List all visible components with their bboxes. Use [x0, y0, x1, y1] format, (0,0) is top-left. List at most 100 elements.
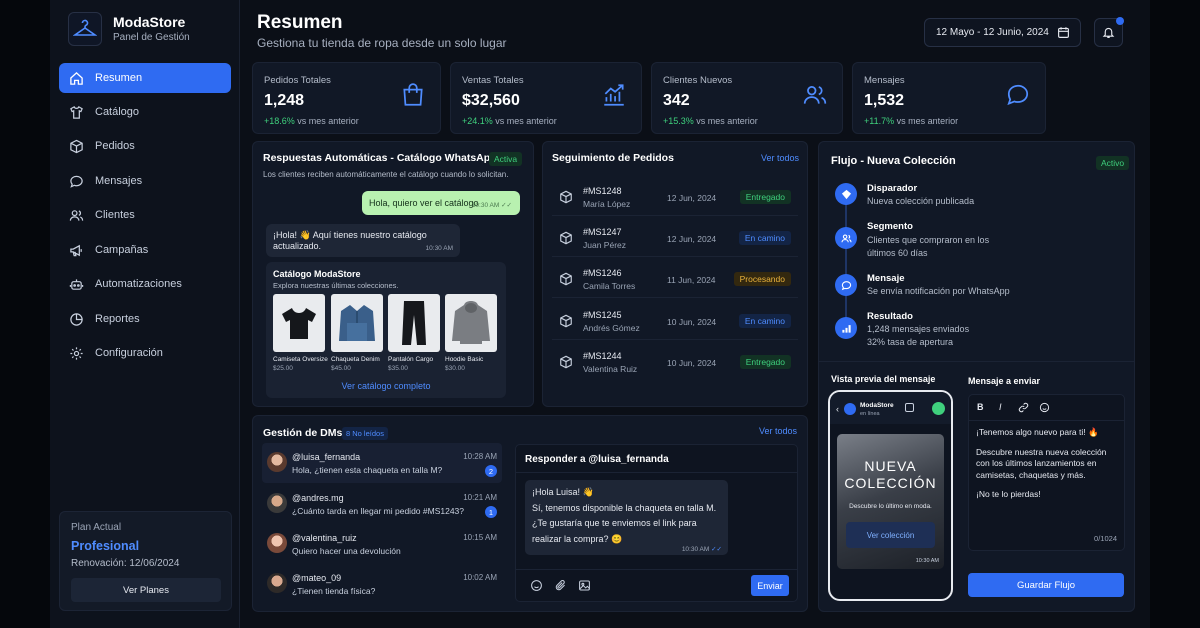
- chat-icon: [70, 175, 83, 188]
- sidebar: ModaStore Panel de Gestión Resumen Catál…: [50, 0, 240, 628]
- step-title: Resultado: [867, 311, 913, 322]
- dm-message: Quiero hacer una devolución: [292, 546, 401, 556]
- sidebar-item-label: Resumen: [95, 72, 143, 84]
- attachment-icon[interactable]: [554, 579, 567, 592]
- sidebar-item-resumen[interactable]: Resumen: [59, 63, 231, 93]
- table-row[interactable]: #MS1246 Camila Torres 11 Jun, 2024 Proce…: [552, 260, 798, 298]
- list-item[interactable]: @mateo_09 ¿Tienen tienda física? 10:02 A…: [262, 564, 502, 604]
- dm-username: @valentina_ruiz: [292, 533, 357, 543]
- view-full-catalog-link[interactable]: Ver catálogo completo: [266, 381, 506, 391]
- sidebar-item-label: Clientes: [95, 209, 135, 221]
- flow-connector-line: [845, 192, 847, 330]
- video-icon: [905, 403, 914, 412]
- orders-view-all-link[interactable]: Ver todos: [761, 153, 799, 163]
- status-badge: En camino: [738, 231, 791, 245]
- sidebar-item-campanas[interactable]: Campañas: [59, 235, 231, 265]
- message-icon: [1007, 84, 1029, 106]
- order-id: #MS1245: [583, 310, 622, 320]
- sidebar-item-label: Campañas: [95, 244, 149, 256]
- sidebar-item-catalogo[interactable]: Catálogo: [59, 97, 231, 127]
- dm-message: ¿Cuánto tarda en llegar mi pedido #MS124…: [292, 506, 464, 516]
- reply-title: Responder a @luisa_fernanda: [525, 454, 669, 465]
- date-range-picker[interactable]: 12 Mayo - 12 Junio, 2024: [924, 18, 1081, 47]
- date-range-label: 12 Mayo - 12 Junio, 2024: [936, 27, 1049, 38]
- list-item[interactable]: @andres.mg ¿Cuánto tarda en llegar mi pe…: [262, 484, 502, 524]
- phone-preview: ‹ ModaStore en línea NUEVA COLECCIÓN Des…: [828, 390, 953, 601]
- list-item[interactable]: @valentina_ruiz Quiero hacer una devoluc…: [262, 524, 502, 564]
- unread-badge: 8 No leídos: [342, 427, 388, 440]
- table-row[interactable]: #MS1244 Valentina Ruiz 10 Jun, 2024 Entr…: [552, 343, 798, 381]
- stat-card-sales: Ventas Totales $32,560 +24.1% vs mes ant…: [450, 62, 642, 134]
- order-customer: María López: [583, 199, 631, 209]
- order-customer: Valentina Ruiz: [583, 364, 638, 374]
- reply-message: ¡Hola Luisa! 👋 Sí, tenemos disponible la…: [525, 480, 728, 555]
- step-title: Mensaje: [867, 273, 905, 284]
- table-row[interactable]: #MS1245 Andrés Gómez 10 Jun, 2024 En cam…: [552, 302, 798, 340]
- table-row[interactable]: #MS1247 Juan Pérez 12 Jun, 2024 En camin…: [552, 219, 798, 257]
- promo-title-line1: NUEVA: [864, 458, 917, 474]
- unread-count: 1: [485, 506, 497, 518]
- users-icon: [803, 86, 827, 104]
- product-item[interactable]: Camiseta Oversize $25.00: [273, 294, 328, 372]
- sidebar-item-reportes[interactable]: Reportes: [59, 304, 231, 334]
- stat-value: 342: [663, 92, 690, 109]
- send-button[interactable]: Enviar: [751, 575, 789, 596]
- avatar: [267, 533, 287, 553]
- double-check-icon: ✓✓: [711, 546, 722, 553]
- step-description-extra: 32% tasa de apertura: [867, 337, 954, 347]
- promo-title-line2: COLECCIÓN: [844, 475, 937, 491]
- step-description: Nueva colección publicada: [867, 196, 975, 206]
- avatar: [267, 493, 287, 513]
- catalog-subtitle: Explora nuestras últimas colecciones.: [273, 281, 399, 290]
- dm-time: 10:28 AM: [463, 452, 497, 461]
- users-icon: [69, 209, 84, 221]
- editor-line: Descubre nuestra nueva colección con los…: [976, 446, 1107, 480]
- dm-message: ¿Tienen tienda física?: [292, 586, 376, 596]
- message-time: 10:30 AM ✓✓: [681, 546, 722, 553]
- message-time: 10:30 AM ✓✓: [471, 202, 512, 209]
- message-editor[interactable]: B I ¡Tenemos algo nuevo para ti! 🔥 Descu…: [968, 394, 1125, 551]
- hanger-logo-icon: [68, 12, 102, 46]
- image-icon[interactable]: [578, 579, 591, 592]
- italic-icon[interactable]: I: [999, 402, 1002, 412]
- order-id: #MS1247: [583, 227, 622, 237]
- order-date: 10 Jun, 2024: [667, 358, 717, 368]
- save-flow-button[interactable]: Guardar Flujo: [968, 573, 1124, 597]
- product-item[interactable]: Chaqueta Denim $45.00: [331, 294, 383, 372]
- dms-view-all-link[interactable]: Ver todos: [759, 426, 797, 436]
- sidebar-item-label: Reportes: [95, 313, 140, 325]
- stat-label: Ventas Totales: [462, 75, 524, 86]
- bold-icon[interactable]: B: [977, 402, 984, 412]
- sidebar-item-label: Configuración: [95, 347, 163, 359]
- sidebar-item-clientes[interactable]: Clientes: [59, 200, 231, 230]
- view-collection-button[interactable]: Ver colección: [846, 522, 935, 548]
- catalog-card: Catálogo ModaStore Explora nuestras últi…: [266, 262, 506, 398]
- auto-replies-title: Respuestas Automáticas - Catálogo WhatsA…: [263, 152, 497, 164]
- message-text: Hola, quiero ver el catálogo: [369, 198, 479, 208]
- order-customer: Juan Pérez: [583, 240, 626, 250]
- dm-time: 10:02 AM: [463, 573, 497, 582]
- emoji-icon[interactable]: [1039, 402, 1050, 413]
- list-item[interactable]: @luisa_fernanda Hola, ¿tienen esta chaqu…: [262, 443, 502, 483]
- sidebar-item-pedidos[interactable]: Pedidos: [59, 131, 231, 161]
- stat-change: +24.1% vs mes anterior: [462, 116, 557, 126]
- sidebar-item-configuracion[interactable]: Configuración: [59, 338, 231, 368]
- stat-value: 1,532: [864, 92, 905, 109]
- trend-chart-icon: [604, 84, 624, 106]
- sidebar-item-automatizaciones[interactable]: Automatizaciones: [59, 269, 231, 299]
- message-chat-icon: [835, 274, 857, 296]
- link-icon[interactable]: [1018, 402, 1029, 413]
- product-item[interactable]: Hoodie Basic $30.00: [445, 294, 497, 372]
- sidebar-item-mensajes[interactable]: Mensajes: [59, 166, 231, 196]
- dm-username: @luisa_fernanda: [292, 452, 361, 462]
- order-id: #MS1244: [583, 351, 622, 361]
- product-item[interactable]: Pantalón Cargo $35.00: [388, 294, 440, 372]
- stat-change: +15.3% vs mes anterior: [663, 116, 758, 126]
- view-plans-button[interactable]: Ver Planes: [71, 578, 221, 602]
- avatar: [267, 573, 287, 593]
- order-date: 11 Jun, 2024: [667, 275, 716, 285]
- emoji-icon[interactable]: [530, 579, 543, 592]
- product-jacket-image: [331, 294, 383, 352]
- notification-dot: [1116, 17, 1124, 25]
- table-row[interactable]: #MS1248 María López 12 Jun, 2024 Entrega…: [552, 178, 798, 216]
